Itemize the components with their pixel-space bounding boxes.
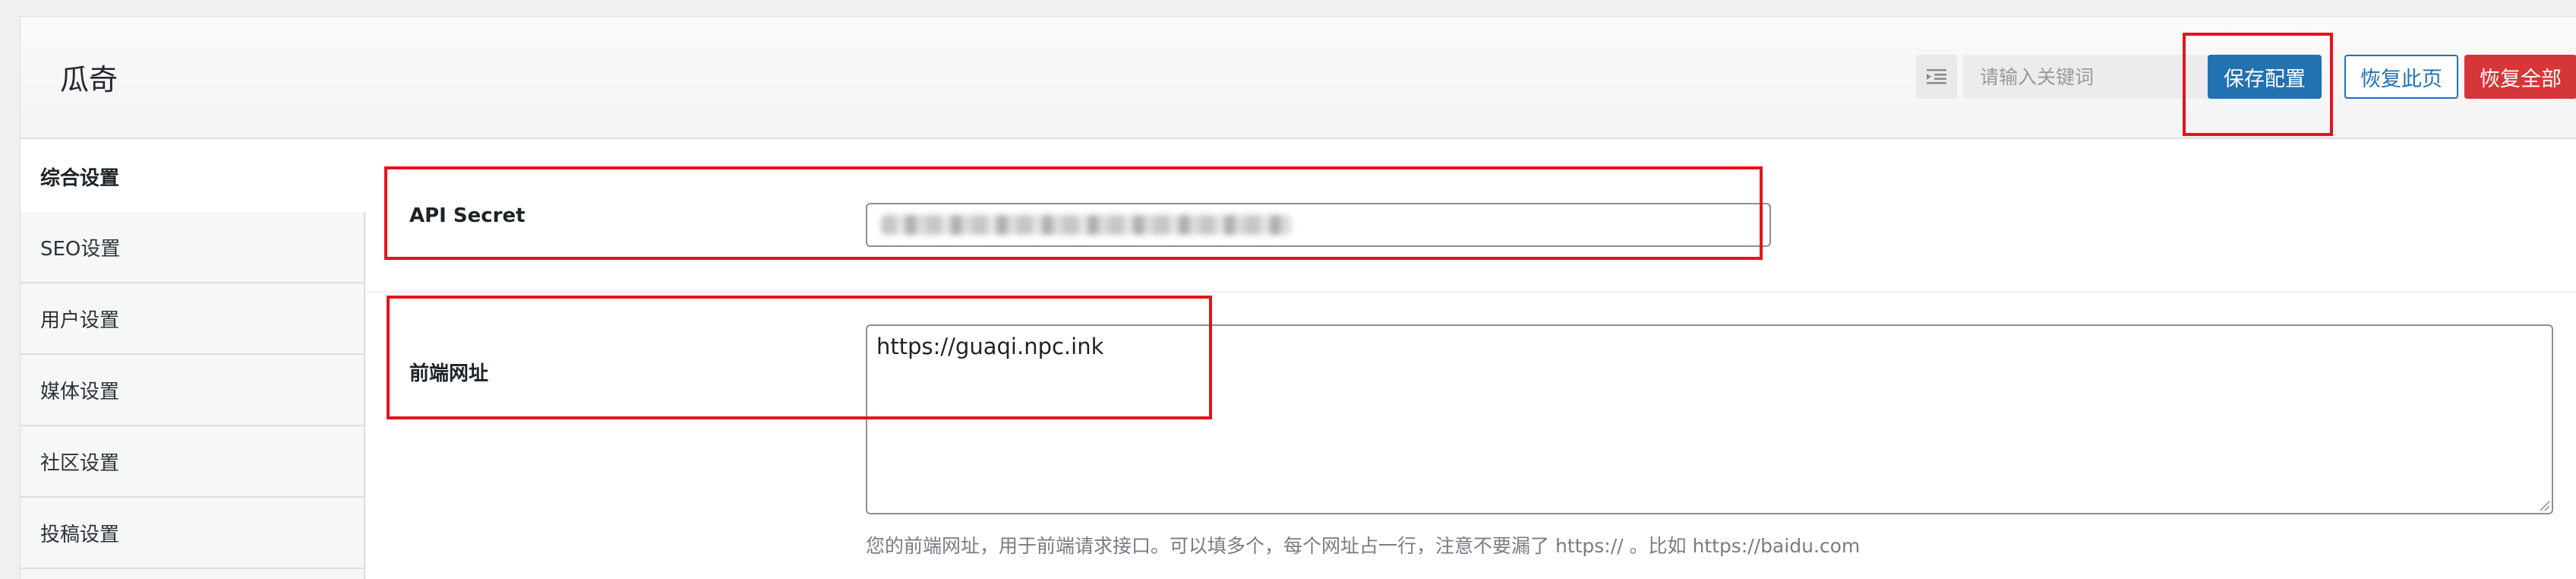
search-input[interactable] xyxy=(1963,55,2221,99)
page-title: 瓜奇 xyxy=(60,63,118,96)
outdent-icon xyxy=(1927,69,1946,84)
save-config-button[interactable]: 保存配置 xyxy=(2208,55,2322,99)
settings-sidebar: 综合设置 SEO设置 用户设置 媒体设置 社区设置 投稿设置 xyxy=(21,141,367,579)
sidebar-item-user[interactable]: 用户设置 xyxy=(21,283,364,355)
settings-content: API Secret 前端网址 https://guaqi.npc.ink 您的… xyxy=(367,141,2576,579)
sidebar-item-seo[interactable]: SEO设置 xyxy=(21,212,364,283)
menu-collapse-button[interactable] xyxy=(1916,55,1957,99)
sidebar-item-general[interactable]: 综合设置 xyxy=(21,141,367,212)
frontend-url-row: 前端网址 https://guaqi.npc.ink 您的前端网址，用于前端请求… xyxy=(367,294,2576,579)
settings-panel: 瓜奇 保存配置 恢复此页 恢复全部 综合设置 SEO设置 用户设置 媒体设置 社… xyxy=(20,16,2576,579)
frontend-url-help: 您的前端网址，用于前端请求接口。可以填多个，每个网址占一行，注意不要漏了 htt… xyxy=(866,535,1861,557)
sidebar-item-media[interactable]: 媒体设置 xyxy=(21,355,364,426)
restore-all-button[interactable]: 恢复全部 xyxy=(2464,55,2576,99)
frontend-url-label: 前端网址 xyxy=(409,362,489,385)
sidebar-item-submission[interactable]: 投稿设置 xyxy=(21,498,364,569)
blurred-secret-value xyxy=(881,215,1291,235)
api-secret-input[interactable] xyxy=(866,203,1771,247)
api-secret-label: API Secret xyxy=(409,204,526,227)
header-bar: 瓜奇 保存配置 恢复此页 恢复全部 xyxy=(21,17,2576,139)
frontend-url-textarea[interactable]: https://guaqi.npc.ink xyxy=(866,324,2553,514)
sidebar-item-community[interactable]: 社区设置 xyxy=(21,426,364,498)
restore-page-button[interactable]: 恢复此页 xyxy=(2344,55,2458,99)
api-secret-row: API Secret xyxy=(367,141,2576,293)
